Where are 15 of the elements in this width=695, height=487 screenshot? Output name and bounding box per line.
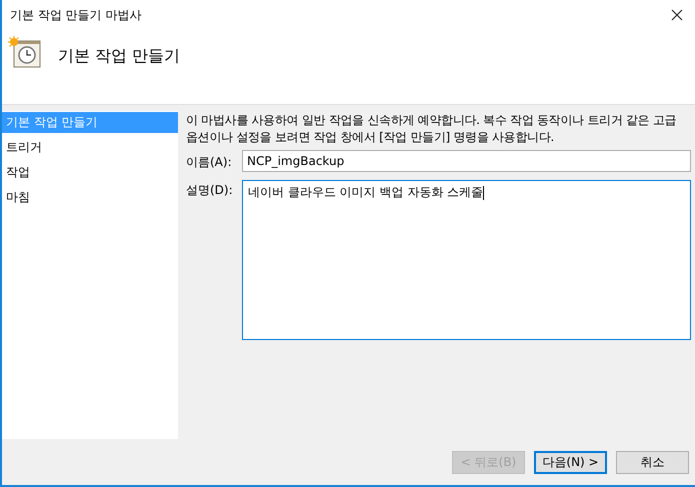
wizard-button[interactable]: 취소 [616, 450, 689, 474]
sidebar-item[interactable]: 트리거 [2, 137, 178, 158]
wizard-button[interactable]: 다음(N) > [534, 450, 607, 474]
name-field[interactable]: NCP_imgBackup [242, 150, 691, 172]
description-field[interactable]: 네이버 클라우드 이미지 백업 자동화 스케줄 [242, 180, 691, 340]
sidebar-item[interactable]: 마침 [2, 187, 178, 208]
header-title: 기본 작업 만들기 [58, 46, 180, 67]
description-text: 네이버 클라우드 이미지 백업 자동화 스케줄 [248, 185, 484, 199]
close-icon[interactable] [671, 9, 683, 21]
calendar-clock-icon [8, 36, 42, 70]
intro-text: 이 마법사를 사용하여 일반 작업을 신속하게 예약합니다. 복수 작업 동작이나 트리거 같은 고급 옵션이나 설정을 보려면 작업 창에서 [작업 만들기] 명령을 사용합니다. [186, 112, 678, 146]
description-label: 설명(D): [186, 182, 234, 199]
name-label: 이름(A): [186, 154, 233, 170]
sidebar-item[interactable]: 작업 [2, 162, 178, 183]
window-title: 기본 작업 만들기 마법사 [10, 6, 142, 24]
